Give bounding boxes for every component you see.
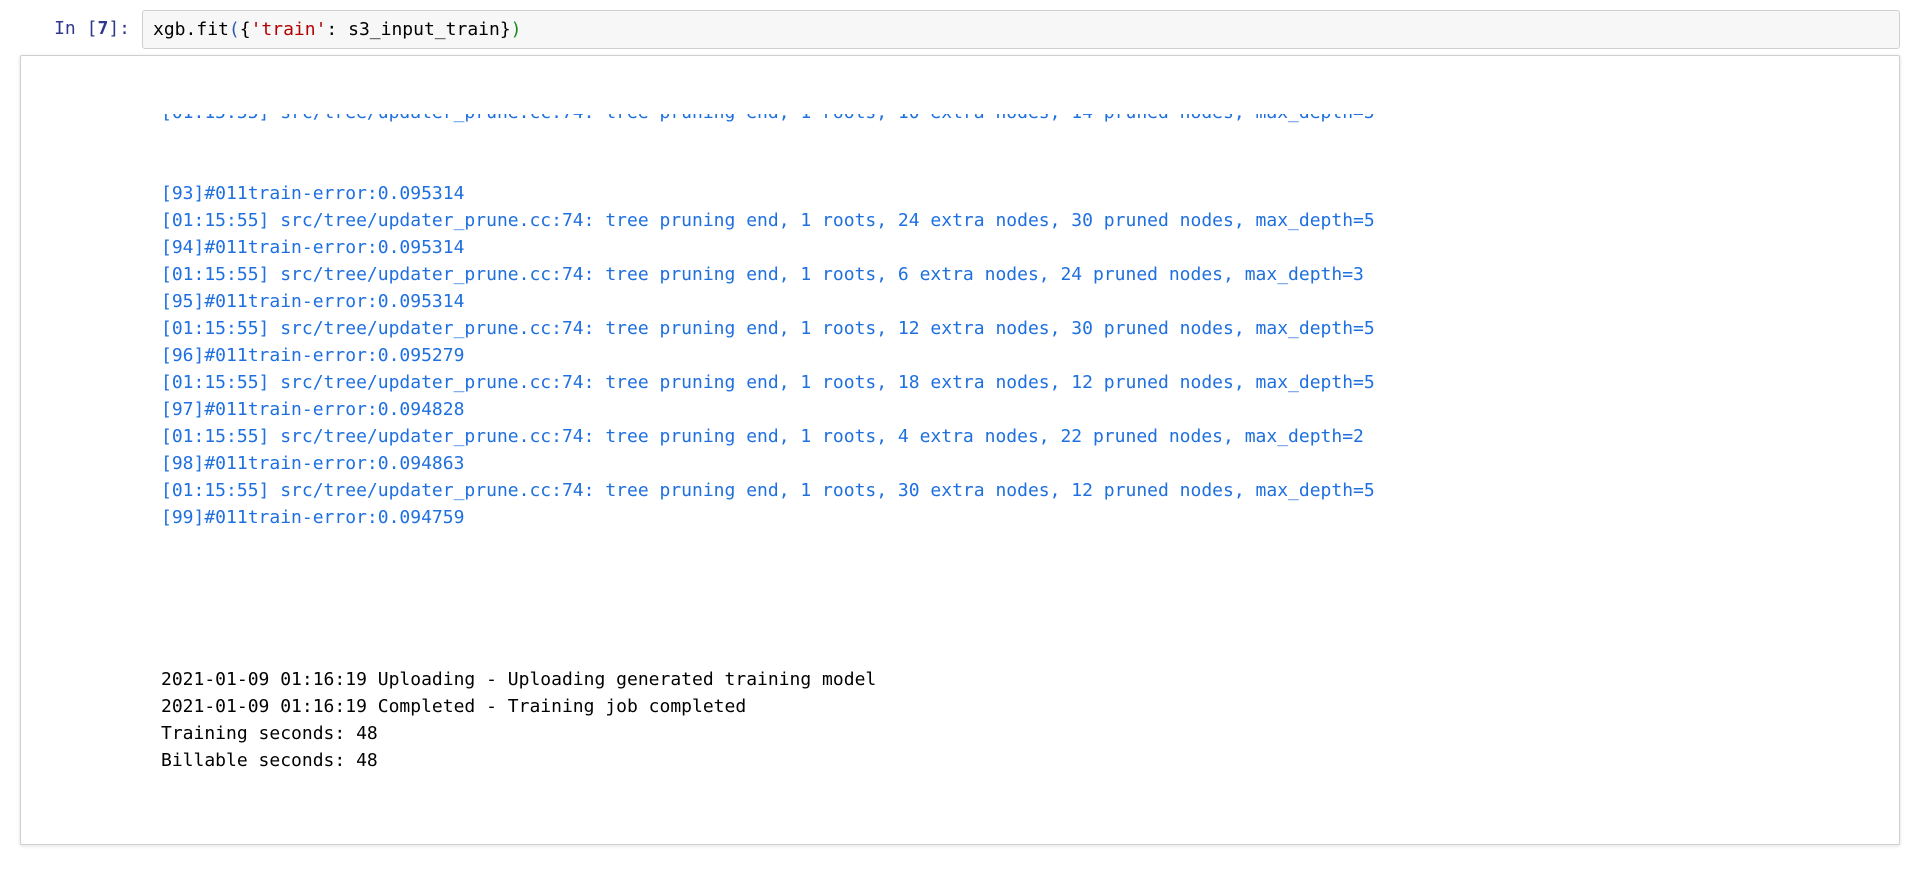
code-input[interactable]: xgb.fit({'train': s3_input_train}) <box>142 10 1900 49</box>
input-prompt: In [7]: <box>20 10 142 40</box>
prompt-in: In <box>54 18 76 39</box>
prompt-exec-count: 7 <box>97 18 108 39</box>
output-blank-line <box>161 585 1899 612</box>
training-log-line: [01:15:55] src/tree/updater_prune.cc:74:… <box>161 477 1899 504</box>
code-cell-row: In [7]: xgb.fit({'train': s3_input_train… <box>20 10 1900 49</box>
training-log-line: [95]#011train-error:0.095314 <box>161 288 1899 315</box>
status-line: 2021-01-09 01:16:19 Completed - Training… <box>161 693 1899 720</box>
training-log-line: [01:15:55] src/tree/updater_prune.cc:74:… <box>161 369 1899 396</box>
code-method: fit <box>196 19 229 40</box>
status-line: Billable seconds: 48 <box>161 747 1899 774</box>
output-truncated-line: [01:15:55] src/tree/updater_prune.cc:74:… <box>161 114 1899 126</box>
training-log-line: [97]#011train-error:0.094828 <box>161 396 1899 423</box>
training-log-line: [96]#011train-error:0.095279 <box>161 342 1899 369</box>
output-area[interactable]: [01:15:55] src/tree/updater_prune.cc:74:… <box>20 55 1900 845</box>
status-line: 2021-01-09 01:16:19 Uploading - Uploadin… <box>161 666 1899 693</box>
training-log-line: [01:15:55] src/tree/updater_prune.cc:74:… <box>161 315 1899 342</box>
training-log-line: [01:15:55] src/tree/updater_prune.cc:74:… <box>161 261 1899 288</box>
notebook: In [7]: xgb.fit({'train': s3_input_train… <box>0 0 1920 885</box>
output-text: [01:15:55] src/tree/updater_prune.cc:74:… <box>21 60 1899 828</box>
status-line: Training seconds: 48 <box>161 720 1899 747</box>
training-log-line: [93]#011train-error:0.095314 <box>161 180 1899 207</box>
training-log-line: [99]#011train-error:0.094759 <box>161 504 1899 531</box>
training-log-line: [01:15:55] src/tree/updater_prune.cc:74:… <box>161 207 1899 234</box>
code-dict-value: s3_input_train <box>348 19 500 40</box>
training-log-line: [98]#011train-error:0.094863 <box>161 450 1899 477</box>
training-log-line: [94]#011train-error:0.095314 <box>161 234 1899 261</box>
code-dict-key: 'train' <box>251 19 327 40</box>
training-log-line: [01:15:55] src/tree/updater_prune.cc:74:… <box>161 423 1899 450</box>
code-obj: xgb <box>153 19 186 40</box>
